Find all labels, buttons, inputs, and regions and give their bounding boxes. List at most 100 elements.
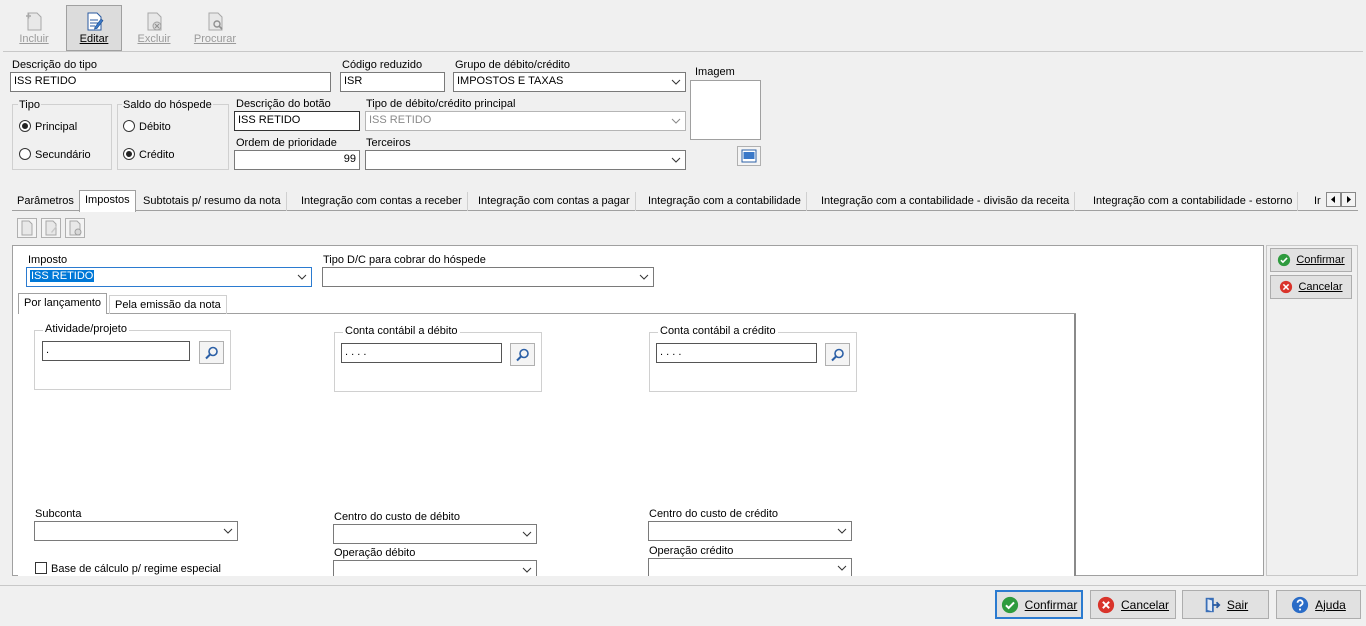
chevron-down-icon (522, 567, 532, 573)
edit-document-icon (87, 12, 104, 31)
side-cancelar-button[interactable]: Cancelar (1270, 275, 1352, 299)
descricao-botao-input[interactable]: ISS RETIDO (234, 111, 360, 131)
check-circle-icon (1278, 253, 1291, 267)
terceiros-select[interactable] (365, 150, 686, 170)
centro-credito-select[interactable] (648, 521, 852, 541)
ajuda-label: Ajuda (1315, 597, 1346, 612)
centro-debito-label: Centro do custo de débito (334, 511, 460, 523)
operacao-credito-select[interactable] (648, 558, 852, 576)
tipo-principal-select[interactable]: ISS RETIDO (365, 111, 686, 131)
operacao-debito-label: Operação débito (334, 547, 416, 559)
cancelar-button[interactable]: Cancelar (1090, 590, 1176, 619)
search-icon (516, 348, 529, 362)
excluir-label: Excluir (137, 33, 171, 45)
incluir-button[interactable]: Incluir (6, 5, 62, 51)
tab-contabilidade-divisao[interactable]: Integração com a contabilidade - divisão… (816, 192, 1076, 211)
imposto-value: ISS RETIDO (30, 270, 95, 282)
tab-contas-receber[interactable]: Integração com contas a receber (296, 192, 468, 211)
ordem-input[interactable]: 99 (234, 150, 360, 170)
help-circle-icon (1292, 596, 1309, 613)
delete-document-icon (69, 220, 82, 236)
atividade-search-button[interactable] (199, 341, 224, 364)
editar-button[interactable]: Editar (66, 5, 122, 51)
ordem-label: Ordem de prioridade (236, 137, 337, 149)
tab-contabilidade-estorno[interactable]: Integração com a contabilidade - estorno (1088, 192, 1299, 211)
excluir-button[interactable]: Excluir (126, 5, 182, 51)
sair-button[interactable]: Sair (1182, 590, 1269, 619)
imagem-preview (690, 80, 761, 140)
imagem-label: Imagem (695, 66, 735, 78)
descricao-tipo-label: Descrição do tipo (12, 59, 97, 71)
grupo-label: Grupo de débito/crédito (455, 59, 570, 71)
tab-subtotais[interactable]: Subtotais p/ resumo da nota (138, 192, 287, 211)
imagem-group: Imagem (690, 66, 763, 168)
imposto-label: Imposto (28, 254, 68, 266)
subconta-select[interactable] (34, 521, 238, 541)
chevron-down-icon (837, 565, 847, 571)
search-icon (205, 346, 218, 360)
imagem-button[interactable] (737, 146, 761, 166)
tipo-label: Tipo (18, 99, 41, 111)
conta-debito-label: Conta contábil a débito (343, 325, 460, 337)
side-cancelar-label: Cancelar (1298, 281, 1343, 293)
imposto-select[interactable]: ISS RETIDO (26, 267, 312, 287)
radio-credito[interactable]: Crédito (123, 148, 174, 161)
subconta-label: Subconta (35, 508, 82, 520)
cancelar-label: Cancelar (1120, 597, 1170, 612)
tab-impostos[interactable]: Impostos (79, 190, 136, 212)
chevron-down-icon (223, 528, 233, 534)
cancel-circle-icon (1280, 280, 1293, 294)
tab-contabilidade[interactable]: Integração com a contabilidade (643, 192, 807, 211)
ajuda-button[interactable]: Ajuda (1276, 590, 1361, 619)
grid-delete-button[interactable] (65, 218, 85, 238)
radio-principal[interactable]: Principal (19, 120, 77, 133)
conta-debito-search-button[interactable] (510, 343, 535, 366)
tab-contas-pagar[interactable]: Integração com contas a pagar (473, 192, 636, 211)
grupo-value: IMPOSTOS E TAXAS (457, 75, 564, 87)
grid-toolbar (12, 212, 1358, 243)
radio-credito-label: Crédito (139, 149, 175, 161)
tabs-scroll-left[interactable] (1326, 192, 1341, 207)
chevron-down-icon (671, 79, 681, 85)
descricao-botao-label: Descrição do botão (236, 98, 331, 110)
centro-credito-label: Centro do custo de crédito (649, 508, 779, 520)
radio-empty-icon (123, 120, 135, 132)
conta-credito-input[interactable]: . . . . (656, 343, 817, 363)
tab-truncated[interactable]: Ir (1310, 192, 1324, 211)
conta-debito-input[interactable]: . . . . (341, 343, 502, 363)
conta-credito-search-button[interactable] (825, 343, 850, 366)
base-calculo-checkbox[interactable] (35, 562, 47, 574)
conta-credito-label: Conta contábil a crédito (658, 325, 778, 337)
tab-parametros[interactable]: Parâmetros (12, 192, 80, 211)
grid-edit-button[interactable] (41, 218, 61, 238)
operacao-debito-select[interactable] (333, 560, 537, 576)
descricao-tipo-input[interactable]: ISS RETIDO (10, 72, 331, 92)
edit-document-icon (45, 220, 57, 236)
tipo-dc-select[interactable] (322, 267, 654, 287)
main-tabs: Parâmetros Impostos Subtotais p/ resumo … (12, 190, 1358, 212)
radio-debito[interactable]: Débito (123, 120, 171, 133)
grupo-select[interactable]: IMPOSTOS E TAXAS (453, 72, 686, 92)
centro-debito-select[interactable] (333, 524, 537, 544)
new-document-icon (21, 220, 33, 236)
image-icon (741, 149, 757, 163)
side-confirmar-button[interactable]: Confirmar (1270, 248, 1352, 272)
chevron-down-icon (671, 157, 681, 163)
sub-tabs: Por lançamento Pela emissão da nota (18, 293, 1076, 315)
subtab-emissao-nota[interactable]: Pela emissão da nota (109, 295, 227, 314)
codigo-reduzido-input[interactable]: ISR (340, 72, 445, 92)
radio-selected-icon (19, 120, 31, 132)
radio-secundario[interactable]: Secundário (19, 148, 91, 161)
tabs-scroll-right[interactable] (1341, 192, 1356, 207)
chevron-down-icon (297, 274, 307, 280)
radio-selected-icon (123, 148, 135, 160)
grid-add-button[interactable] (17, 218, 37, 238)
check-circle-icon (1001, 596, 1018, 613)
delete-document-icon (147, 12, 162, 31)
atividade-input[interactable]: . (42, 341, 190, 361)
incluir-label: Incluir (19, 33, 49, 45)
procurar-button[interactable]: Procurar (187, 5, 243, 51)
confirmar-button[interactable]: Confirmar (995, 590, 1083, 619)
chevron-down-icon (639, 274, 649, 280)
subtab-por-lancamento[interactable]: Por lançamento (18, 293, 108, 315)
